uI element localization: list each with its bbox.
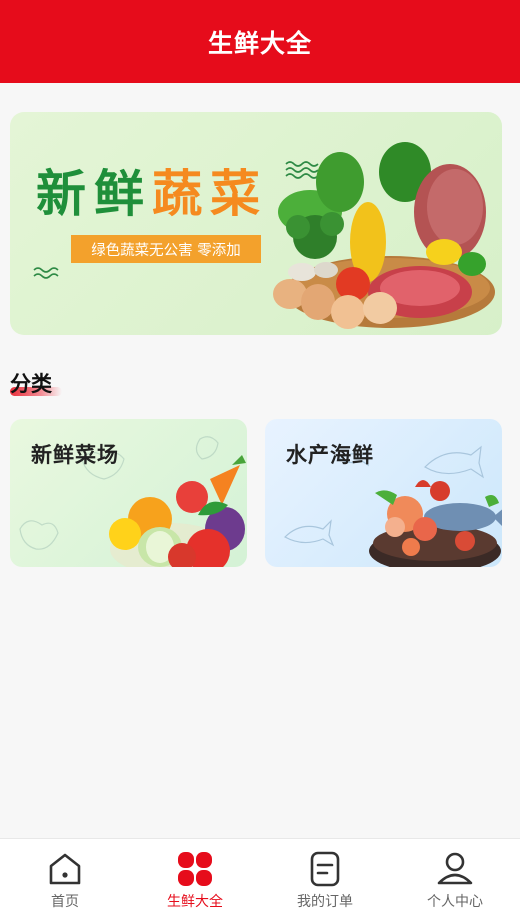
tab-label: 生鲜大全 xyxy=(167,894,223,910)
tab-home[interactable]: 首页 xyxy=(0,839,130,911)
tab-profile[interactable]: 个人中心 xyxy=(390,839,520,911)
home-icon xyxy=(49,853,81,885)
tab-fresh-goods[interactable]: 生鲜大全 xyxy=(130,839,260,911)
category-icon xyxy=(178,852,212,886)
bottom-tab-bar: 首页 生鲜大全 我的订单 个人中心 xyxy=(0,838,520,911)
tab-my-orders[interactable]: 我的订单 xyxy=(260,839,390,911)
category-label: 新鲜菜场 xyxy=(31,443,119,467)
vegetables-meat-illustration xyxy=(33,142,495,329)
category-label: 水产海鲜 xyxy=(286,443,374,467)
tab-label: 个人中心 xyxy=(427,894,483,910)
section-title: 分类 xyxy=(10,372,52,396)
tab-label: 首页 xyxy=(51,894,79,910)
page-title: 生鲜大全 xyxy=(207,28,312,58)
tab-label: 我的订单 xyxy=(297,894,353,910)
promo-banner[interactable]: 新鲜蔬菜 绿色蔬菜无公害 零添加 xyxy=(10,112,502,335)
category-card-fresh-market[interactable]: 新鲜菜场 xyxy=(10,419,247,567)
app-header: 生鲜大全 xyxy=(0,0,520,83)
orders-icon xyxy=(310,851,340,887)
category-card-seafood[interactable]: 水产海鲜 xyxy=(265,419,502,567)
user-icon xyxy=(437,852,473,885)
